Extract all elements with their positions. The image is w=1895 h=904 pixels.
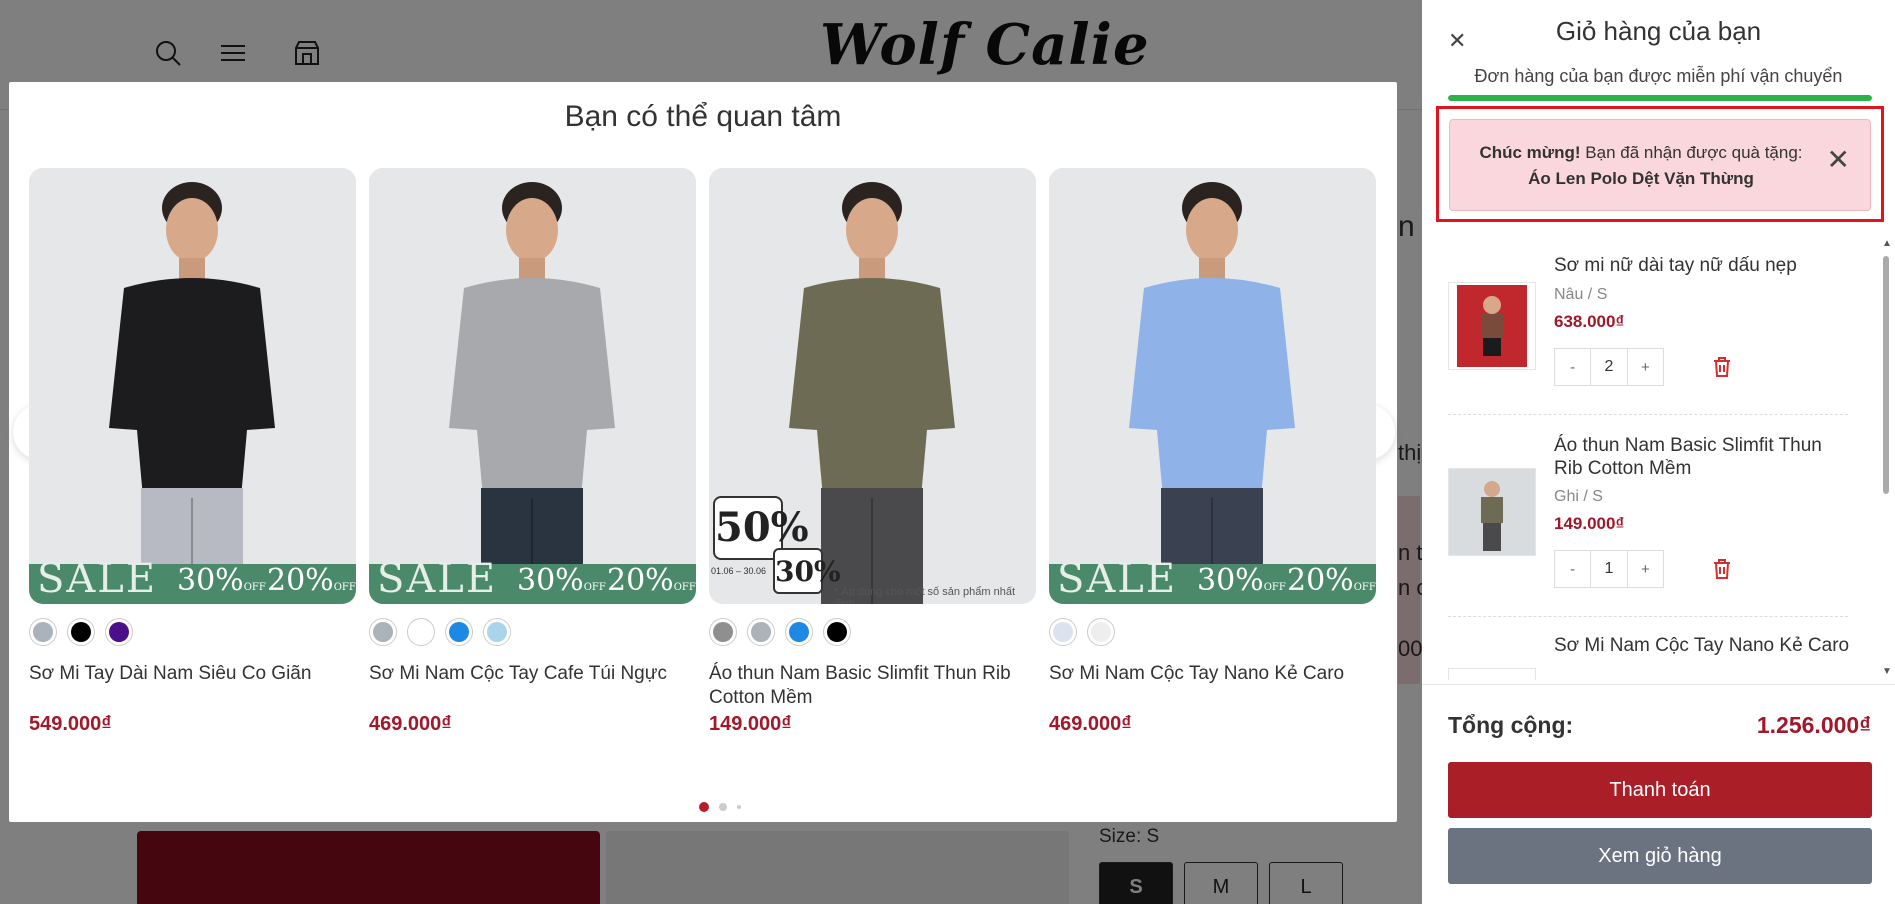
product-price: 149.000₫ [709, 713, 792, 735]
product-price: 549.000₫ [29, 713, 112, 735]
pagination-dot[interactable] [737, 805, 741, 809]
gift-strong: Chúc mừng! [1479, 143, 1581, 162]
modal-title: Bạn có thể quan tâm [564, 100, 842, 133]
cart-item-name[interactable]: Sơ Mi Nam Cộc Tay Nano Kẻ Caro [1554, 634, 1854, 657]
quantity-decrease-button[interactable]: - [1555, 561, 1590, 578]
model-illustration [29, 168, 356, 604]
quantity-decrease-button[interactable]: - [1555, 359, 1590, 376]
gift-message: Chúc mừng! Bạn đã nhận được quà tặng: Áo… [1476, 140, 1806, 192]
scroll-up-icon[interactable]: ▲ [1882, 238, 1892, 249]
pagination-dot[interactable] [699, 802, 709, 812]
shipping-progress-bar [1448, 95, 1872, 101]
product-image[interactable]: 50% 01.06 – 30.06 30% * Áp dụng cho một … [709, 168, 1036, 604]
model-illustration [369, 168, 696, 604]
total-label: Tổng cộng: [1448, 712, 1574, 738]
product-image[interactable]: SALE 30%OFF 20%OFF [29, 168, 356, 604]
color-swatches [29, 618, 133, 646]
product-price: 469.000₫ [369, 713, 452, 735]
quantity-stepper: - 2 + [1554, 348, 1664, 386]
cart-item-price: 638.000₫ [1554, 312, 1625, 331]
trash-icon[interactable] [1710, 355, 1734, 379]
cart-item-variant: Nâu / S [1554, 286, 1608, 303]
quantity-value[interactable]: 1 [1590, 550, 1628, 588]
cart-item-divider [1448, 616, 1848, 617]
sale-percent: 20%OFF [1287, 563, 1376, 598]
cart-title: Giỏ hàng của bạn [1555, 16, 1762, 46]
cart-drawer: ✕ Giỏ hàng của bạn Đơn hàng của bạn được… [1422, 0, 1895, 904]
gift-text: Bạn đã nhận được quà tặng: [1580, 143, 1803, 162]
color-swatches [369, 618, 511, 646]
quantity-stepper: - 1 + [1554, 550, 1664, 588]
promo-badge: 30% [773, 548, 841, 594]
product-name[interactable]: Sơ Mi Nam Cộc Tay Cafe Túi Ngực [369, 662, 709, 686]
product-card[interactable]: SALE 30%OFF 20%OFF Sơ Mi Nam Cộc Tay Nan… [1049, 168, 1376, 735]
product-card[interactable]: SALE 30%OFF 20%OFF Sơ Mi Nam Cộc Tay Caf… [369, 168, 696, 735]
trash-icon[interactable] [1710, 557, 1734, 581]
cart-item-name[interactable]: Áo thun Nam Basic Slimfit Thun Rib Cotto… [1554, 434, 1854, 480]
sale-banner-text: SALE [1057, 556, 1178, 602]
pagination-dot[interactable] [719, 803, 727, 811]
color-swatch[interactable] [369, 618, 397, 646]
gift-notice: Chúc mừng! Bạn đã nhận được quà tặng: Áo… [1449, 119, 1871, 211]
color-swatch[interactable] [747, 618, 775, 646]
sale-percent: 30%OFF [177, 563, 266, 598]
close-icon[interactable]: ✕ [1827, 146, 1850, 174]
cart-item-variant: Ghi / S [1554, 488, 1603, 505]
promo-date: 01.06 – 30.06 [711, 566, 767, 576]
color-swatch[interactable] [823, 618, 851, 646]
cart-scrollbar[interactable]: ▲ ▼ [1882, 238, 1892, 677]
product-name[interactable]: Sơ Mi Nam Cộc Tay Nano Kẻ Caro [1049, 662, 1389, 686]
cart-item-divider [1448, 414, 1848, 415]
cart-item-thumbnail[interactable] [1448, 468, 1536, 556]
cart-item-name[interactable]: Sơ mi nữ dài tay nữ dấu nẹp [1554, 254, 1854, 277]
color-swatches [709, 618, 851, 646]
view-cart-button[interactable]: Xem giỏ hàng [1448, 828, 1872, 884]
color-swatches [1049, 618, 1115, 646]
color-swatch[interactable] [29, 618, 57, 646]
sale-percent: 30%OFF [517, 563, 606, 598]
sale-banner-text: SALE [377, 556, 498, 602]
color-swatch[interactable] [67, 618, 95, 646]
cart-item-price: 149.000₫ [1554, 514, 1625, 533]
carousel-pagination [699, 802, 741, 812]
promo-note: * Áp dụng cho một số sản phẩm nhất định [834, 586, 1016, 604]
product-card[interactable]: SALE 30%OFF 20%OFF Sơ Mi Tay Dài Nam Siê… [29, 168, 356, 735]
gift-highlight-frame: Chúc mừng! Bạn đã nhận được quà tặng: Áo… [1436, 106, 1884, 222]
checkout-button[interactable]: Thanh toán [1448, 762, 1872, 818]
quantity-value[interactable]: 2 [1590, 348, 1628, 386]
color-swatch[interactable] [407, 618, 435, 646]
scroll-thumb[interactable] [1883, 256, 1889, 494]
color-swatch[interactable] [709, 618, 737, 646]
color-swatch[interactable] [105, 618, 133, 646]
color-swatch[interactable] [785, 618, 813, 646]
shipping-progress-fill [1448, 95, 1872, 101]
cart-items-list: Sơ mi nữ dài tay nữ dấu nẹp Nâu / S 638.… [1422, 240, 1895, 680]
sale-percent: 30%OFF [1197, 563, 1286, 598]
recommendation-modal: Bạn có thể quan tâm SALE 30%OFF 20%OFF S… [9, 82, 1397, 822]
total-value: 1.256.000₫ [1756, 712, 1871, 738]
cart-item-thumbnail[interactable] [1448, 282, 1536, 370]
scroll-down-icon[interactable]: ▼ [1882, 666, 1892, 677]
sale-banner-text: SALE [37, 556, 158, 602]
cart-item-thumbnail[interactable] [1448, 668, 1536, 680]
color-swatch[interactable] [483, 618, 511, 646]
color-swatch[interactable] [1087, 618, 1115, 646]
product-card[interactable]: 50% 01.06 – 30.06 30% * Áp dụng cho một … [709, 168, 1036, 735]
promo-badge: 50% [713, 496, 809, 560]
product-name[interactable]: Áo thun Nam Basic Slimfit Thun Rib Cotto… [709, 662, 1049, 710]
color-swatch[interactable] [445, 618, 473, 646]
model-illustration [1049, 168, 1376, 604]
product-image[interactable]: SALE 30%OFF 20%OFF [1049, 168, 1376, 604]
sale-percent: 20%OFF [607, 563, 696, 598]
product-name[interactable]: Sơ Mi Tay Dài Nam Siêu Co Giãn [29, 662, 369, 686]
free-shipping-message: Đơn hàng của bạn được miễn phí vận chuyể… [1474, 66, 1843, 86]
product-price: 469.000₫ [1049, 713, 1132, 735]
color-swatch[interactable] [1049, 618, 1077, 646]
gift-item-name: Áo Len Polo Dệt Vặn Thừng [1528, 169, 1754, 188]
quantity-increase-button[interactable]: + [1628, 359, 1663, 376]
sale-percent: 20%OFF [267, 563, 356, 598]
product-image[interactable]: SALE 30%OFF 20%OFF [369, 168, 696, 604]
quantity-increase-button[interactable]: + [1628, 561, 1663, 578]
total-divider [1422, 684, 1895, 685]
